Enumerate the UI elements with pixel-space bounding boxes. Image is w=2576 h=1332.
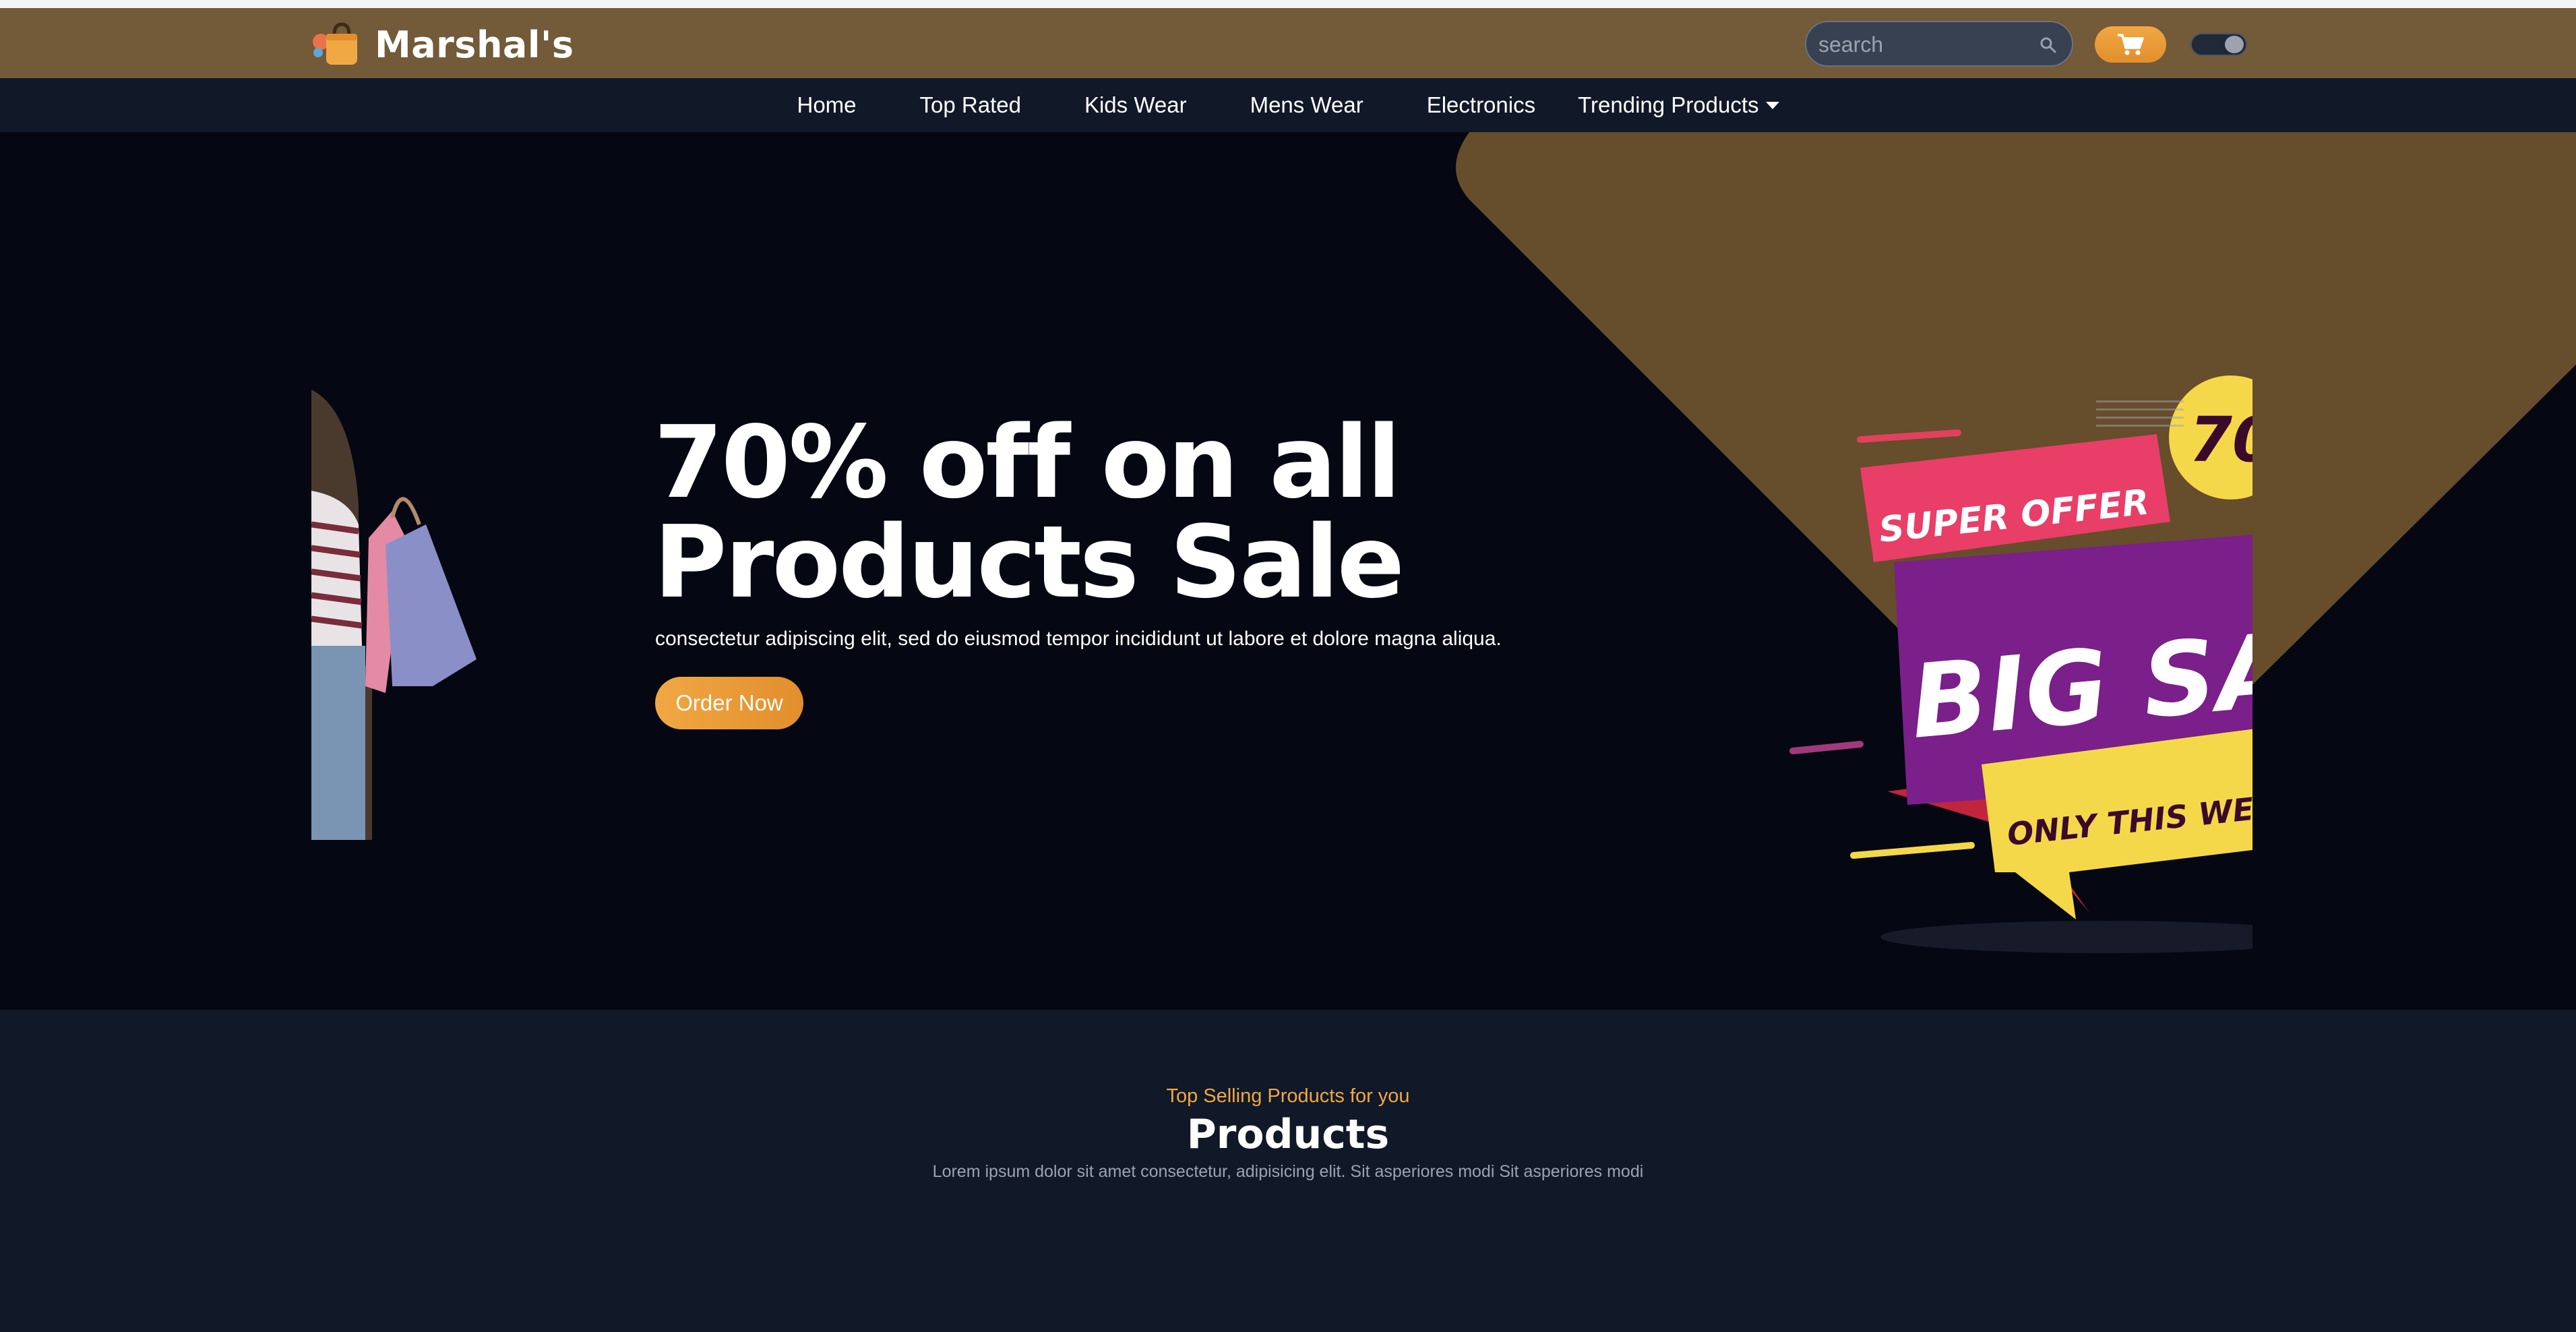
order-now-button[interactable]: Order Now [655,677,803,729]
nav-electronics[interactable]: Electronics [1395,92,1567,118]
browser-top-strip [0,0,2576,8]
main-nav: Home Top Rated Kids Wear Mens Wear Elect… [0,78,2576,132]
toggle-knob [2225,36,2244,53]
cart-icon [2118,34,2144,55]
nav-trending-products[interactable]: Trending Products [1567,92,1810,118]
search-icon[interactable] [2039,36,2058,55]
products-title: Products [1186,1111,1390,1158]
brand-logo[interactable]: Marshal's [311,22,574,67]
products-description: Lorem ipsum dolor sit amet consectetur, … [932,1162,1644,1181]
theme-toggle[interactable] [2190,33,2247,56]
nav-mens-wear[interactable]: Mens Wear [1219,92,1395,118]
nav-home[interactable]: Home [765,92,888,118]
hero-title-line1: 70% off on all [654,404,1401,520]
cart-button[interactable] [2095,26,2166,63]
big-sale-badge: SUPER OFFER BIG SAL ONLY THIS WEE 70 [1789,375,2252,953]
shopper-image [311,390,477,840]
nav-top-rated[interactable]: Top Rated [888,92,1053,118]
hero-description: consectetur adipiscing elit, sed do eius… [655,628,1502,650]
search-input[interactable] [1818,28,2027,61]
site-header: Marshal's [0,8,2576,78]
brand-name: Marshal's [375,23,574,66]
badge-percent: 70 [2189,404,2252,476]
hero-banner: 70% off on all Products Sale consectetur… [0,132,2576,1010]
shopping-bag-logo-icon [313,22,357,65]
nav-kids-wear[interactable]: Kids Wear [1053,92,1219,118]
hero-title-line2: Products Sale [654,504,1405,620]
products-section: Top Selling Products for you Products Lo… [0,1010,2576,1332]
search-box[interactable] [1805,21,2073,67]
products-kicker: Top Selling Products for you [1166,1085,1410,1107]
chevron-down-icon [1765,101,1779,109]
nav-trending-label: Trending Products [1578,92,1759,117]
hero-title: 70% off on all Products Sale [654,413,1463,612]
